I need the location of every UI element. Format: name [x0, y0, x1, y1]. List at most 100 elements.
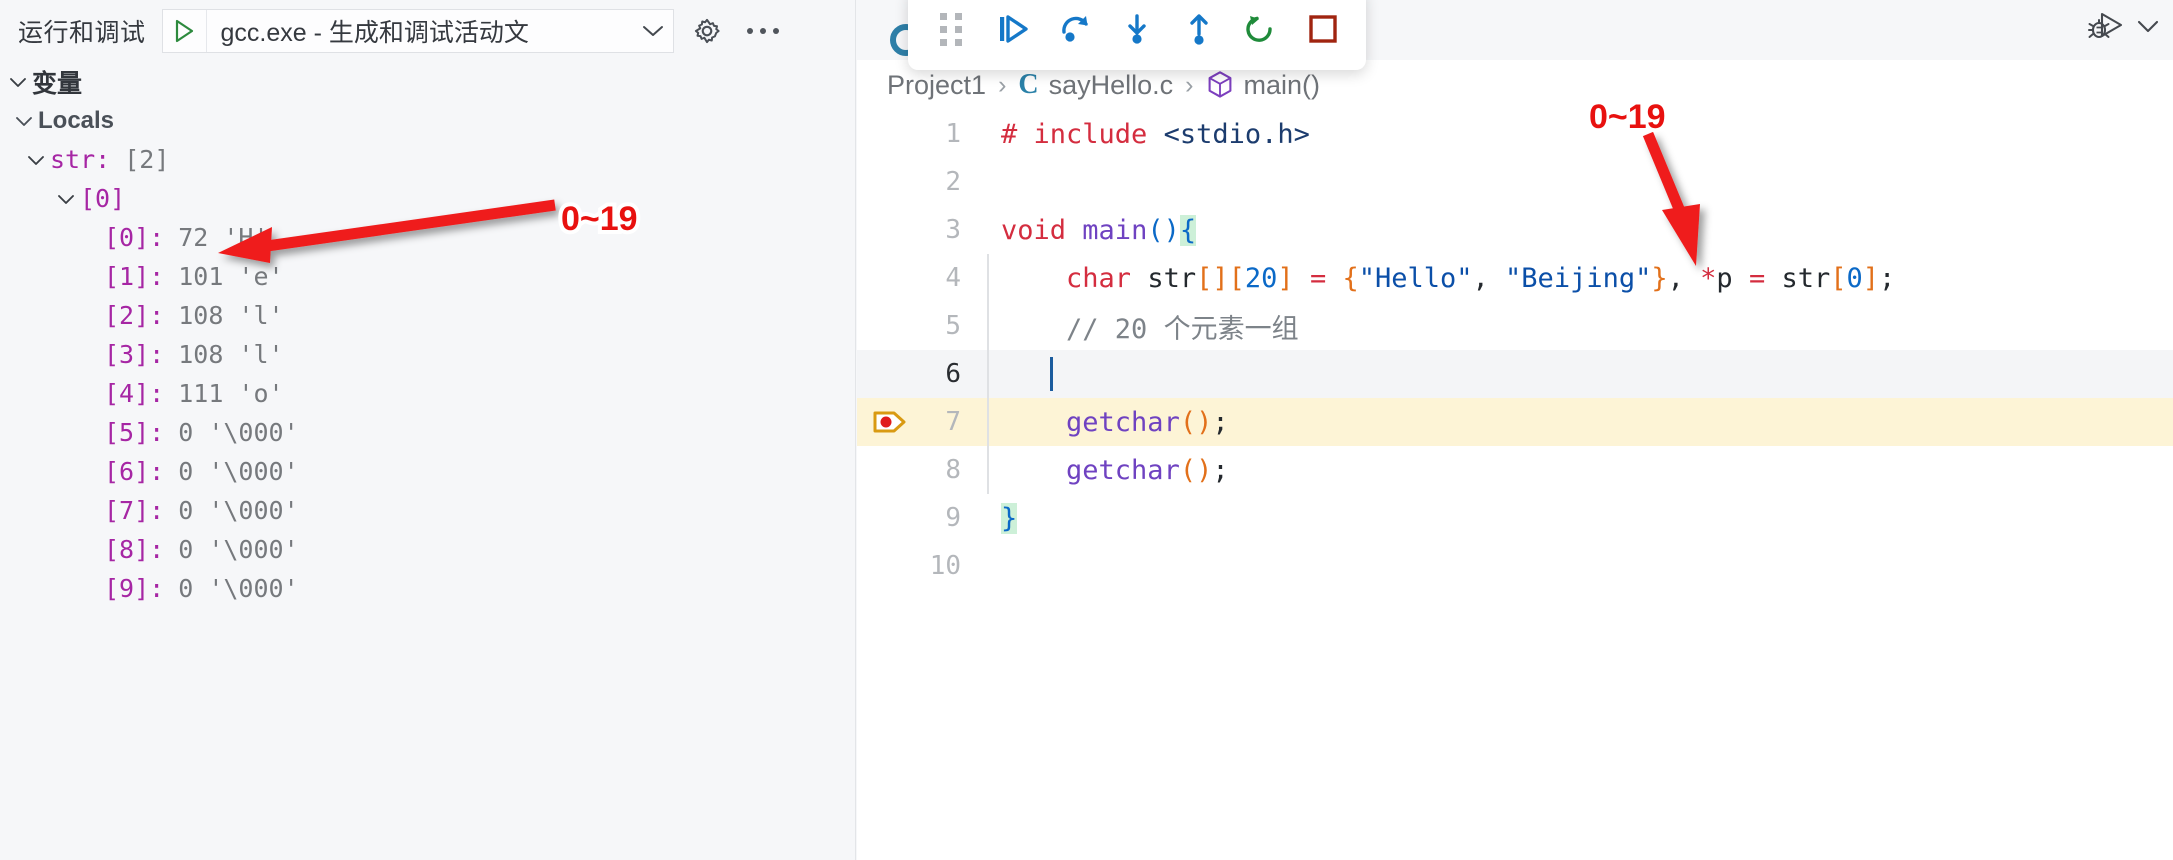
chevron-down-icon[interactable] [10, 114, 38, 128]
text-cursor [1049, 357, 1053, 391]
token-operator: = [1309, 262, 1327, 294]
line-content[interactable]: } [983, 502, 2173, 534]
variable-value: 0 '\000' [178, 535, 299, 564]
line-number: 8 [945, 455, 961, 485]
token-number: 0 [1846, 262, 1863, 294]
variables-section: 变量 Locals str: [2] [0] [0]: 72 'H' [1]: … [0, 62, 856, 608]
variable-row-element[interactable]: [4]: 111 'o' [0, 374, 856, 413]
variable-name: [7]: [104, 496, 165, 525]
symbol-method-icon [1206, 70, 1234, 100]
variable-name: [5]: [104, 418, 165, 447]
play-triangle-icon[interactable] [163, 10, 207, 52]
line-number: 1 [945, 119, 961, 149]
stop-icon[interactable] [1294, 1, 1352, 57]
variable-row-element[interactable]: [6]: 0 '\000' [0, 452, 856, 491]
annotation-text: 0~19 [1589, 98, 1666, 136]
token-parens: () [1147, 214, 1180, 246]
code-line[interactable]: 8 getchar(); [857, 446, 2173, 494]
line-number: 6 [945, 359, 961, 389]
token-semicolon: ; [1212, 454, 1229, 486]
line-content[interactable]: void main(){ [983, 214, 2173, 246]
launch-configuration-select[interactable]: gcc.exe - 生成和调试活动文 [161, 9, 674, 53]
breadcrumb-item-file[interactable]: sayHello.c [1049, 70, 1174, 101]
run-and-debug-icon[interactable] [2087, 8, 2129, 44]
more-dots [746, 28, 779, 34]
token-string: "Hello" [1358, 262, 1473, 294]
code-line[interactable]: 5 // 20 个元素一组 [857, 302, 2173, 350]
breadcrumb-item-project[interactable]: Project1 [887, 70, 986, 101]
floating-debug-toolbar[interactable] [908, 0, 1366, 70]
variable-name: [9]: [104, 574, 165, 603]
variable-row-str[interactable]: str: [2] [0, 140, 856, 179]
step-out-icon[interactable] [1170, 1, 1228, 57]
annotation-arrow-editor [1642, 131, 1700, 266]
chevron-down-icon[interactable] [4, 75, 32, 89]
code-area[interactable]: 1 # include <stdio.h> 2 3 void main(){ 4… [857, 110, 2173, 860]
code-line[interactable]: 9 } [857, 494, 2173, 542]
line-number: 5 [945, 311, 961, 341]
code-line-executing[interactable]: 7 getchar(); [857, 398, 2173, 446]
token-preprocessor: # include [1001, 118, 1148, 150]
token-open-brace: { [1342, 262, 1359, 294]
vscode-debug-window: 运行和调试 gcc.exe - 生成和调试活动文 变量 Locals str: … [0, 0, 2173, 860]
variable-row-element[interactable]: [2]: 108 'l' [0, 296, 856, 335]
line-content[interactable]: char str[][20] = {"Hello", "Beijing"}, *… [983, 263, 2173, 294]
line-number: 10 [929, 551, 961, 581]
line-content[interactable] [983, 357, 2173, 391]
code-line[interactable]: 4 char str[][20] = {"Hello", "Beijing"},… [857, 254, 2173, 302]
code-editor-pane: Project1 › C sayHello.c › main() 1 # inc… [857, 0, 2173, 860]
drag-handle-icon[interactable] [922, 1, 980, 57]
c-file-icon: C [1018, 69, 1039, 100]
breadcrumb-item-symbol[interactable]: main() [1244, 70, 1321, 101]
line-content[interactable]: getchar(); [983, 455, 2173, 486]
code-line-current[interactable]: 6 [857, 350, 2173, 398]
token-semicolon: ; [1212, 406, 1229, 438]
breakpoint-current-line-icon[interactable] [867, 398, 913, 446]
continue-icon[interactable] [984, 1, 1042, 57]
line-content[interactable]: # include <stdio.h> [983, 119, 2173, 150]
code-line[interactable]: 3 void main(){ [857, 206, 2173, 254]
chevron-down-icon[interactable] [52, 192, 80, 206]
variable-row-element[interactable]: [5]: 0 '\000' [0, 413, 856, 452]
token-identifier: str [1147, 262, 1197, 294]
variable-row-element[interactable]: [8]: 0 '\000' [0, 530, 856, 569]
chevron-down-icon[interactable] [633, 23, 673, 39]
token-identifier: str [1781, 262, 1831, 294]
token-keyword: void [1001, 214, 1067, 246]
code-line[interactable]: 1 # include <stdio.h> [857, 110, 2173, 158]
variable-name: [1]: [104, 262, 165, 291]
token-function-name: main [1082, 214, 1148, 246]
gear-icon[interactable] [684, 8, 730, 54]
line-content[interactable]: // 20 个元素一组 [983, 307, 2173, 346]
token-close-brace: } [1001, 502, 1018, 534]
variable-row-element[interactable]: [3]: 108 'l' [0, 335, 856, 374]
token-keyword: char [1066, 262, 1132, 294]
step-over-icon[interactable] [1046, 1, 1104, 57]
variable-name: str: [50, 145, 111, 174]
variable-row-element[interactable]: [9]: 0 '\000' [0, 569, 856, 608]
variables-section-header[interactable]: 变量 [0, 62, 856, 101]
editor-actions[interactable] [2087, 8, 2161, 44]
more-horizontal-icon[interactable] [740, 8, 786, 54]
variable-value: 111 'o' [178, 379, 284, 408]
token-number: 20 [1244, 262, 1278, 294]
chevron-down-icon[interactable] [22, 153, 50, 167]
variable-row-element[interactable]: [7]: 0 '\000' [0, 491, 856, 530]
variable-value: 108 'l' [178, 301, 284, 330]
token-function-name: getchar [1066, 406, 1180, 438]
code-line[interactable]: 2 [857, 158, 2173, 206]
step-into-icon[interactable] [1108, 1, 1166, 57]
code-line[interactable]: 10 [857, 542, 2173, 590]
locals-scope-row[interactable]: Locals [0, 101, 856, 140]
variable-value: 108 'l' [178, 340, 284, 369]
token-include-path: <stdio.h> [1163, 118, 1310, 150]
chevron-down-icon[interactable] [2135, 17, 2161, 35]
variables-section-label: 变量 [32, 69, 83, 98]
breadcrumb-separator: › [998, 70, 1007, 99]
variable-name: [0] [80, 184, 126, 213]
variable-name: [6]: [104, 457, 165, 486]
panel-title: 运行和调试 [18, 19, 146, 47]
restart-icon[interactable] [1232, 1, 1290, 57]
line-content[interactable]: getchar(); [983, 407, 2173, 438]
annotation-arrow-variables [218, 199, 556, 263]
